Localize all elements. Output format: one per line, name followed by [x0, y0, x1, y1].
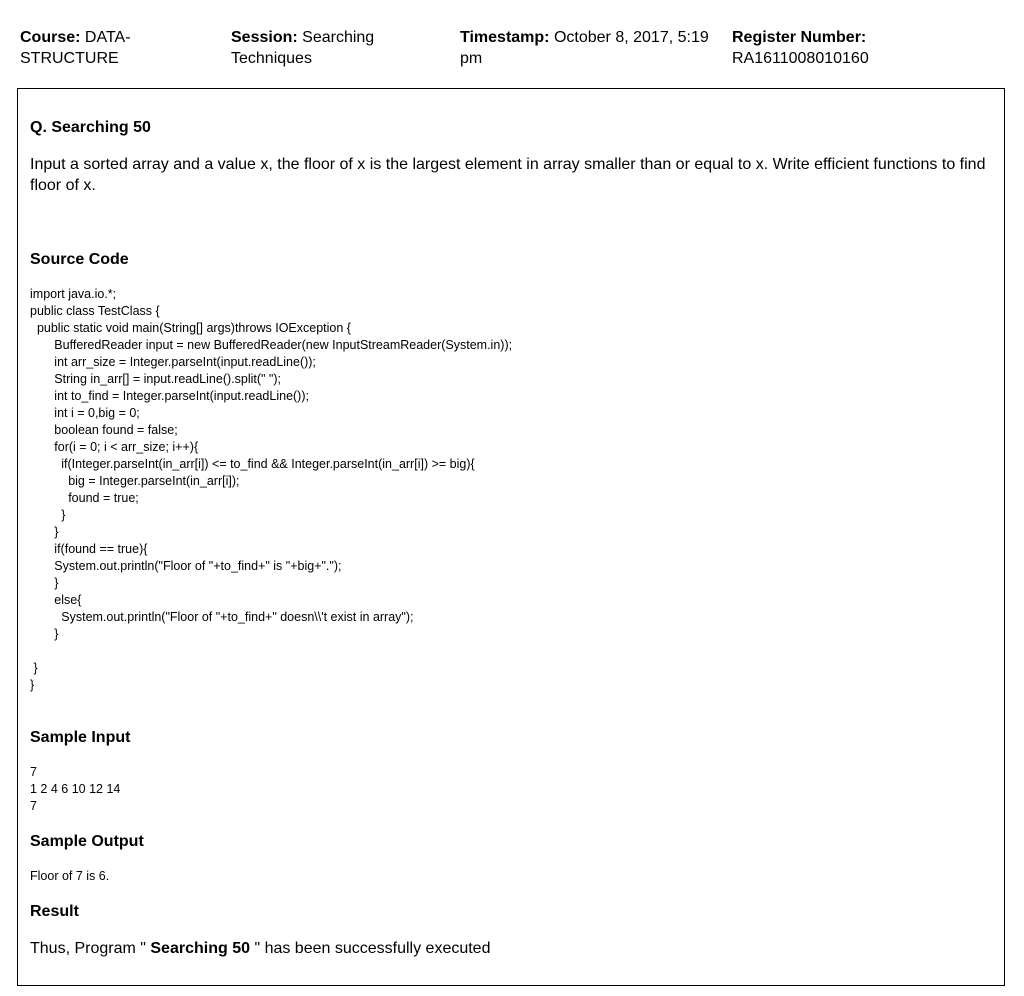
session-info: Session: Searching Techniques	[231, 27, 431, 69]
sample-input-heading: Sample Input	[30, 729, 131, 746]
register-label: Register Number:	[732, 29, 867, 46]
page-header: Course: DATA-STRUCTURE Session: Searchin…	[20, 27, 1010, 71]
sample-output-heading: Sample Output	[30, 833, 144, 850]
result-prefix: Thus, Program "	[30, 940, 146, 957]
register-value: RA1611008010160	[732, 50, 869, 67]
result-heading: Result	[30, 903, 79, 920]
session-label: Session:	[231, 29, 298, 46]
report-frame: Q. Searching 50 Input a sorted array and…	[17, 88, 1005, 986]
result-text: Thus, Program " Searching 50 " has been …	[30, 938, 490, 959]
timestamp-label: Timestamp:	[460, 29, 550, 46]
question-title: Q. Searching 50	[30, 119, 151, 136]
question-text: Input a sorted array and a value x, the …	[30, 156, 986, 194]
sample-input-block: 7 1 2 4 6 10 12 14 7	[30, 765, 121, 813]
result-suffix: " has been successfully executed	[254, 940, 491, 957]
course-label: Course:	[20, 29, 81, 46]
source-code-block: import java.io.*; public class TestClass…	[30, 287, 513, 692]
timestamp-info: Timestamp: October 8, 2017, 5:19 pm	[460, 27, 720, 69]
sample-output-block: Floor of 7 is 6.	[30, 869, 110, 883]
source-code-heading: Source Code	[30, 251, 129, 268]
register-info: Register Number: RA1611008010160	[732, 27, 992, 69]
course-info: Course: DATA-STRUCTURE	[20, 27, 210, 69]
result-program-name: Searching 50	[145, 940, 255, 957]
